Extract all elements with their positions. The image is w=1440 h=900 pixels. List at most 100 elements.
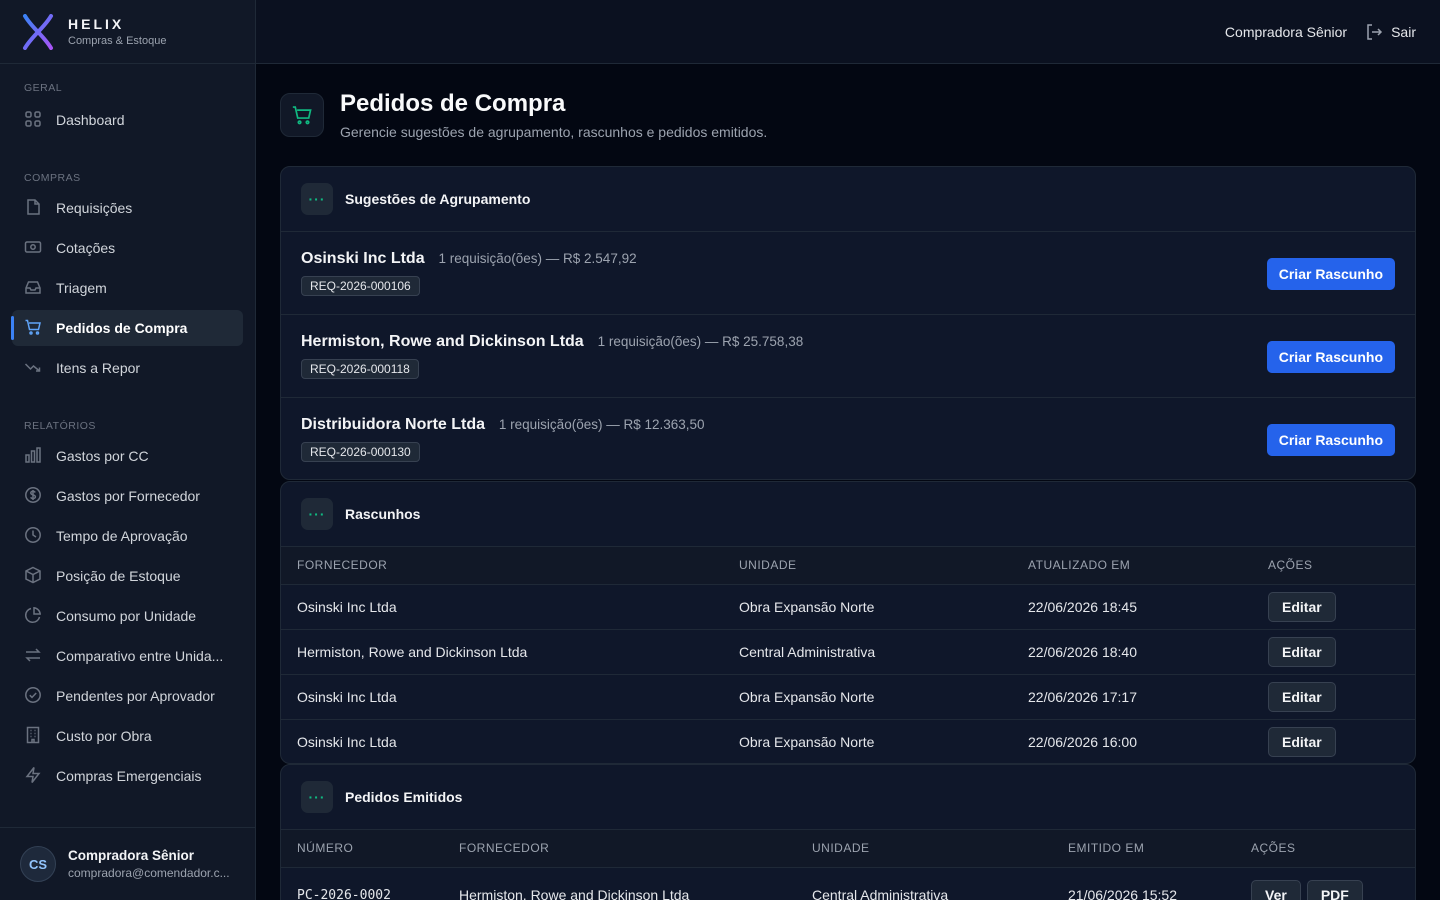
sidebar-item-custo-por-obra[interactable]: Custo por Obra <box>12 718 243 754</box>
sidebar-item-gastos-por-cc[interactable]: Gastos por CC <box>12 438 243 474</box>
avatar: CS <box>20 846 56 882</box>
column-header: FORNECEDOR <box>443 830 796 868</box>
suggestion-row: Hermiston, Rowe and Dickinson Ltda 1 req… <box>281 315 1415 398</box>
user-profile[interactable]: CS Compradora Sênior compradora@comendad… <box>0 827 255 900</box>
logout-label: Sair <box>1391 23 1416 40</box>
suggestion-row: Osinski Inc Ltda 1 requisição(ões) — R$ … <box>281 232 1415 315</box>
page-title: Pedidos de Compra <box>340 90 566 117</box>
nav-section-geral: GERAL <box>24 82 63 94</box>
sidebar-item-comparativo-entre-unidades[interactable]: Comparativo entre Unida... <box>12 638 243 674</box>
more-icon: ··· <box>301 498 333 530</box>
column-header: FORNECEDOR <box>281 547 723 585</box>
suggestions-card: ··· Sugestões de Agrupamento Osinski Inc… <box>280 166 1416 480</box>
page-header: Pedidos de Compra Gerencie sugestões de … <box>280 64 1416 166</box>
sidebar-item-pendentes-por-aprovador[interactable]: Pendentes por Aprovador <box>12 678 243 714</box>
sidebar-item-label: Itens a Repor <box>56 360 141 376</box>
sidebar-item-gastos-por-fornecedor[interactable]: Gastos por Fornecedor <box>12 478 243 514</box>
sidebar-item-pedidos-de-compra[interactable]: Pedidos de Compra <box>11 310 243 346</box>
building-icon <box>24 726 44 746</box>
suggestion-meta: 1 requisição(ões) — R$ 2.547,92 <box>438 251 637 266</box>
actions-cell: Editar <box>1252 674 1415 720</box>
suggestion-meta: 1 requisição(ões) — R$ 25.758,38 <box>597 334 804 349</box>
supplier-cell: Hermiston, Rowe and Dickinson Ltda <box>459 887 690 900</box>
supplier-cell: Osinski Inc Ltda <box>281 674 723 720</box>
page-subtitle: Gerencie sugestões de agrupamento, rascu… <box>340 124 768 140</box>
sidebar-item-label: Comparativo entre Unida... <box>56 648 224 664</box>
logout-button[interactable]: Sair <box>1365 23 1416 41</box>
requisition-tag: REQ-2026-000106 <box>301 276 420 296</box>
sidebar-item-itens-a-repor[interactable]: Itens a Repor <box>12 350 243 386</box>
sidebar-item-compras-emergenciais[interactable]: Compras Emergenciais <box>12 758 243 794</box>
create-draft-button[interactable]: Criar Rascunho <box>1266 424 1395 456</box>
brand[interactable]: HELIX Compras & Estoque <box>0 0 255 64</box>
sidebar-item-label: Pendentes por Aprovador <box>56 688 215 704</box>
sidebar-item-label: Triagem <box>56 280 107 296</box>
sidebar-item-triagem[interactable]: Triagem <box>12 270 243 306</box>
sidebar-item-label: Custo por Obra <box>56 728 152 744</box>
actions-cell: Editar <box>1252 719 1415 763</box>
logout-icon <box>1367 23 1383 40</box>
column-header: UNIDADE <box>796 830 1052 868</box>
requisition-tag: REQ-2026-000130 <box>301 442 420 462</box>
more-icon: ··· <box>301 183 333 215</box>
edit-button[interactable]: Editar <box>1268 636 1336 667</box>
create-draft-button[interactable]: Criar Rascunho <box>1266 258 1395 290</box>
card-title: Rascunhos <box>345 506 421 522</box>
table-row: Osinski Inc Ltda Obra Expansão Norte 22/… <box>281 584 1415 630</box>
sidebar-item-cotacoes[interactable]: Cotações <box>12 230 243 266</box>
nav-section-relatorios: RELATÓRIOS <box>24 420 96 432</box>
banknote-icon <box>24 238 44 258</box>
table-row: Osinski Inc Ltda Obra Expansão Norte 22/… <box>281 719 1415 763</box>
column-header: AÇÕES <box>1235 830 1415 868</box>
supplier-cell: Osinski Inc Ltda <box>297 733 397 750</box>
user-email: compradora@comendador.c... <box>68 866 230 880</box>
check-circle-icon <box>24 686 44 706</box>
view-button[interactable]: Ver <box>1251 880 1301 900</box>
more-icon: ··· <box>301 781 333 813</box>
sidebar-item-label: Posição de Estoque <box>56 568 181 584</box>
drafts-card: ··· Rascunhos FORNECEDOR UNIDADE ATUALIZ… <box>280 481 1416 764</box>
supplier-name: Distribuidora Norte Ltda <box>301 416 486 433</box>
bar-chart-icon <box>24 446 44 466</box>
sidebar-item-requisicoes[interactable]: Requisições <box>12 190 243 226</box>
brand-subtitle: Compras & Estoque <box>68 35 167 47</box>
column-header: ATUALIZADO EM <box>1012 547 1252 585</box>
pdf-button[interactable]: PDF <box>1306 880 1363 900</box>
inbox-icon <box>24 278 44 298</box>
user-name: Compradora Sênior <box>68 848 195 863</box>
main-content: Pedidos de Compra Gerencie sugestões de … <box>280 64 1416 900</box>
updated-cell: 22/06/2026 17:17 <box>1012 674 1252 720</box>
unit-cell: Obra Expansão Norte <box>723 584 1012 630</box>
edit-button[interactable]: Editar <box>1268 726 1336 757</box>
supplier-cell: Hermiston, Rowe and Dickinson Ltda <box>281 629 723 675</box>
nav-section-compras: COMPRAS <box>24 172 81 184</box>
column-header: UNIDADE <box>723 547 1012 585</box>
table-row: Hermiston, Rowe and Dickinson Ltda Centr… <box>281 629 1415 675</box>
create-draft-button[interactable]: Criar Rascunho <box>1266 341 1395 373</box>
edit-button[interactable]: Editar <box>1268 681 1336 712</box>
zap-icon <box>24 766 44 786</box>
trending-down-icon <box>24 358 44 378</box>
updated-cell: 22/06/2026 16:00 <box>1028 733 1137 750</box>
card-header: ··· Sugestões de Agrupamento <box>281 167 1415 232</box>
updated-cell: 22/06/2026 18:40 <box>1012 629 1252 675</box>
column-header: NÚMERO <box>281 830 443 868</box>
sidebar-item-posicao-de-estoque[interactable]: Posição de Estoque <box>12 558 243 594</box>
sidebar-item-label: Pedidos de Compra <box>56 320 188 336</box>
issued-orders-card: ··· Pedidos Emitidos NÚMERO FORNECEDOR U… <box>280 764 1416 900</box>
actions-cell: Editar <box>1252 629 1415 675</box>
sidebar-item-dashboard[interactable]: Dashboard <box>12 102 243 138</box>
supplier-name: Hermiston, Rowe and Dickinson Ltda <box>301 333 584 350</box>
sidebar-item-label: Cotações <box>56 240 116 256</box>
column-header: EMITIDO EM <box>1052 830 1235 868</box>
drafts-table: FORNECEDOR UNIDADE ATUALIZADO EM AÇÕES O… <box>281 547 1415 763</box>
sidebar-item-tempo-de-aprovacao[interactable]: Tempo de Aprovação <box>12 518 243 554</box>
card-header: ··· Pedidos Emitidos <box>281 765 1415 830</box>
user-role: Compradora Sênior <box>1224 23 1348 40</box>
edit-button[interactable]: Editar <box>1268 591 1336 622</box>
supplier-cell: Osinski Inc Ltda <box>281 584 723 630</box>
helix-logo-icon <box>23 13 53 50</box>
cart-icon <box>280 93 324 137</box>
sidebar-item-consumo-por-unidade[interactable]: Consumo por Unidade <box>12 598 243 634</box>
unit-cell: Obra Expansão Norte <box>723 674 1012 720</box>
